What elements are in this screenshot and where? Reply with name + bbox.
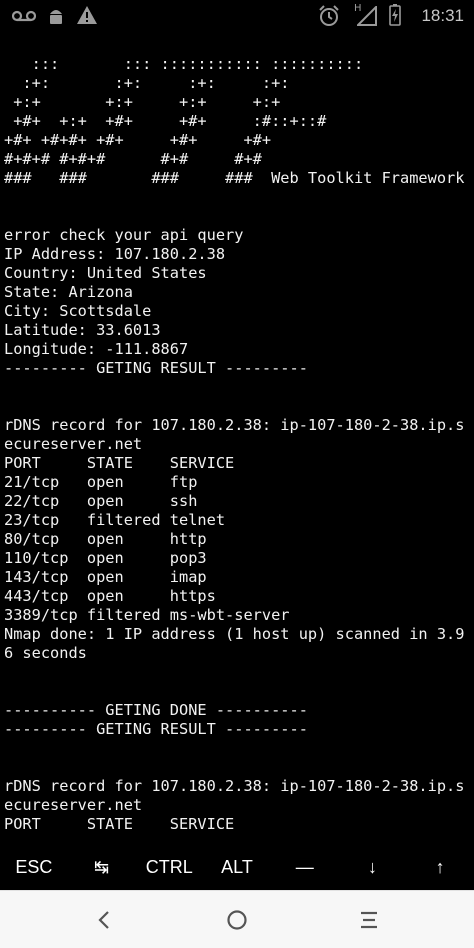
terminal-line: Longitude: -111.8867 <box>4 340 189 358</box>
terminal-line: +#+ +#+#+ +#+ +#+ +#+ <box>4 131 373 149</box>
terminal-line: 21/tcp open ftp <box>4 473 198 491</box>
signal-icon <box>355 4 377 30</box>
ctrl-key[interactable]: CTRL <box>135 846 203 888</box>
alt-key[interactable]: ALT <box>203 846 271 888</box>
terminal-line: 443/tcp open https <box>4 587 216 605</box>
battery-charging-icon <box>389 4 401 30</box>
terminal-line: IP Address: 107.180.2.38 <box>4 245 226 263</box>
terminal-line: City: Scottsdale <box>4 302 152 320</box>
terminal-line: ecureserver.net <box>4 435 143 453</box>
navigation-bar <box>0 890 474 948</box>
terminal-line: +:+ +:+ +:+ +:+ <box>4 93 373 111</box>
terminal-line: rDNS record for 107.180.2.38: ip-107-180… <box>4 416 465 434</box>
status-bar: H 18:31 <box>0 0 474 34</box>
terminal-line: ecureserver.net <box>4 796 143 814</box>
terminal-line: 23/tcp filtered telnet <box>4 511 226 529</box>
terminal-output[interactable]: ::: ::: ::::::::::: :::::::::: :+: :+: :… <box>4 55 474 845</box>
terminal-line: :+: :+: :+: :+: <box>4 74 373 92</box>
terminal-line: 3389/tcp filtered ms-wbt-server <box>4 606 290 624</box>
terminal-line: --------- GETING RESULT --------- <box>4 359 308 377</box>
dash-key[interactable]: — <box>271 846 339 888</box>
back-icon[interactable] <box>92 907 118 933</box>
terminal-line: Latitude: 33.6013 <box>4 321 161 339</box>
android-icon <box>47 6 65 30</box>
terminal-line: ---------- GETING DONE ---------- <box>4 701 308 719</box>
esc-key[interactable]: ESC <box>0 846 68 888</box>
terminal-line: ### ### ### ### Web Toolkit Framework <box>4 169 465 187</box>
terminal-line: Nmap done: 1 IP address (1 host up) scan… <box>4 625 465 643</box>
warning-icon <box>76 5 98 29</box>
recents-icon[interactable] <box>356 907 382 933</box>
terminal-line: --------- GETING RESULT --------- <box>4 720 308 738</box>
terminal-line: 80/tcp open http <box>4 530 207 548</box>
terminal-line: State: Arizona <box>4 283 133 301</box>
status-time: 18:31 <box>421 6 464 25</box>
arrow-down-key[interactable]: ↓ <box>339 846 407 888</box>
home-icon[interactable] <box>224 907 250 933</box>
arrow-up-key[interactable]: ↑ <box>406 846 474 888</box>
terminal-line: 110/tcp open pop3 <box>4 549 207 567</box>
terminal-line: rDNS record for 107.180.2.38: ip-107-180… <box>4 777 465 795</box>
terminal-line: PORT STATE SERVICE <box>4 454 235 472</box>
alarm-icon <box>318 5 340 31</box>
extra-keys-row: ESC ↹ CTRL ALT — ↓ ↑ <box>0 846 474 888</box>
terminal-line: +#+ +:+ +#+ +#+ :#::+::# <box>4 112 373 130</box>
terminal-line: 22/tcp open ssh <box>4 492 198 510</box>
terminal-line: 6 seconds <box>4 644 87 662</box>
terminal-line: Country: United States <box>4 264 207 282</box>
terminal-line: #+#+# #+#+# #+# #+# <box>4 150 373 168</box>
terminal-line: PORT STATE SERVICE <box>4 815 235 833</box>
terminal-line: 143/tcp open imap <box>4 568 207 586</box>
tab-key[interactable]: ↹ <box>68 846 136 888</box>
voicemail-icon <box>11 8 37 27</box>
terminal-line: error check your api query <box>4 226 244 244</box>
terminal-line: ::: ::: ::::::::::: :::::::::: <box>4 55 373 73</box>
